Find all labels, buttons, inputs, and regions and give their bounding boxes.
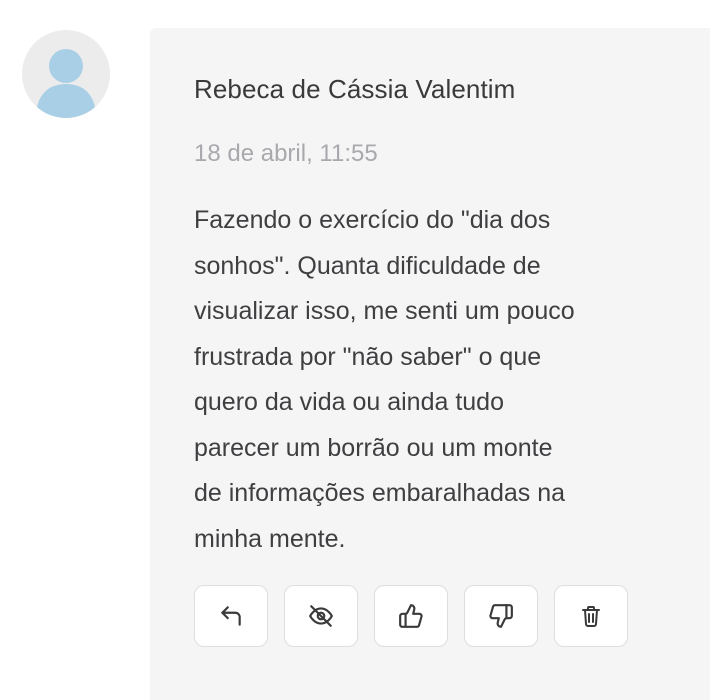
- reply-button[interactable]: [194, 585, 268, 647]
- comment-body-line: parecer um borrão ou um monte: [194, 433, 553, 462]
- hide-button[interactable]: [284, 585, 358, 647]
- thumbs-down-icon: [489, 604, 513, 628]
- comment-actions: [194, 585, 628, 647]
- comment-thread: Rebeca de Cássia Valentim 18 de abril, 1…: [0, 0, 710, 700]
- comment-body-line: minha mente.: [194, 524, 346, 553]
- dislike-button[interactable]: [464, 585, 538, 647]
- user-silhouette-icon: [36, 49, 96, 118]
- thumbs-up-icon: [399, 604, 423, 628]
- comment-body-line: quero da vida ou ainda tudo: [194, 388, 504, 416]
- avatar: [22, 30, 110, 118]
- comment-body-line: frustrada por "não saber" o que: [194, 342, 542, 371]
- trash-icon: [582, 606, 600, 627]
- comment-body: Fazendo o exercício do "dia dos sonhos".…: [194, 198, 634, 562]
- eye-off-icon: [309, 605, 333, 627]
- comment-timestamp: 18 de abril, 11:55: [194, 140, 378, 167]
- comment-body-line: sonhos". Quanta dificuldade de: [194, 251, 541, 280]
- reply-icon: [221, 606, 241, 626]
- comment-body-line: de informações embaralhadas na: [194, 479, 566, 507]
- comment-card: Rebeca de Cássia Valentim 18 de abril, 1…: [150, 28, 710, 700]
- delete-button[interactable]: [554, 585, 628, 647]
- like-button[interactable]: [374, 585, 448, 647]
- comment-body-line: visualizar isso, me senti um pouco: [194, 297, 575, 325]
- comment-author: Rebeca de Cássia Valentim: [194, 74, 516, 104]
- comment-body-line: Fazendo o exercício do "dia dos: [194, 206, 551, 234]
